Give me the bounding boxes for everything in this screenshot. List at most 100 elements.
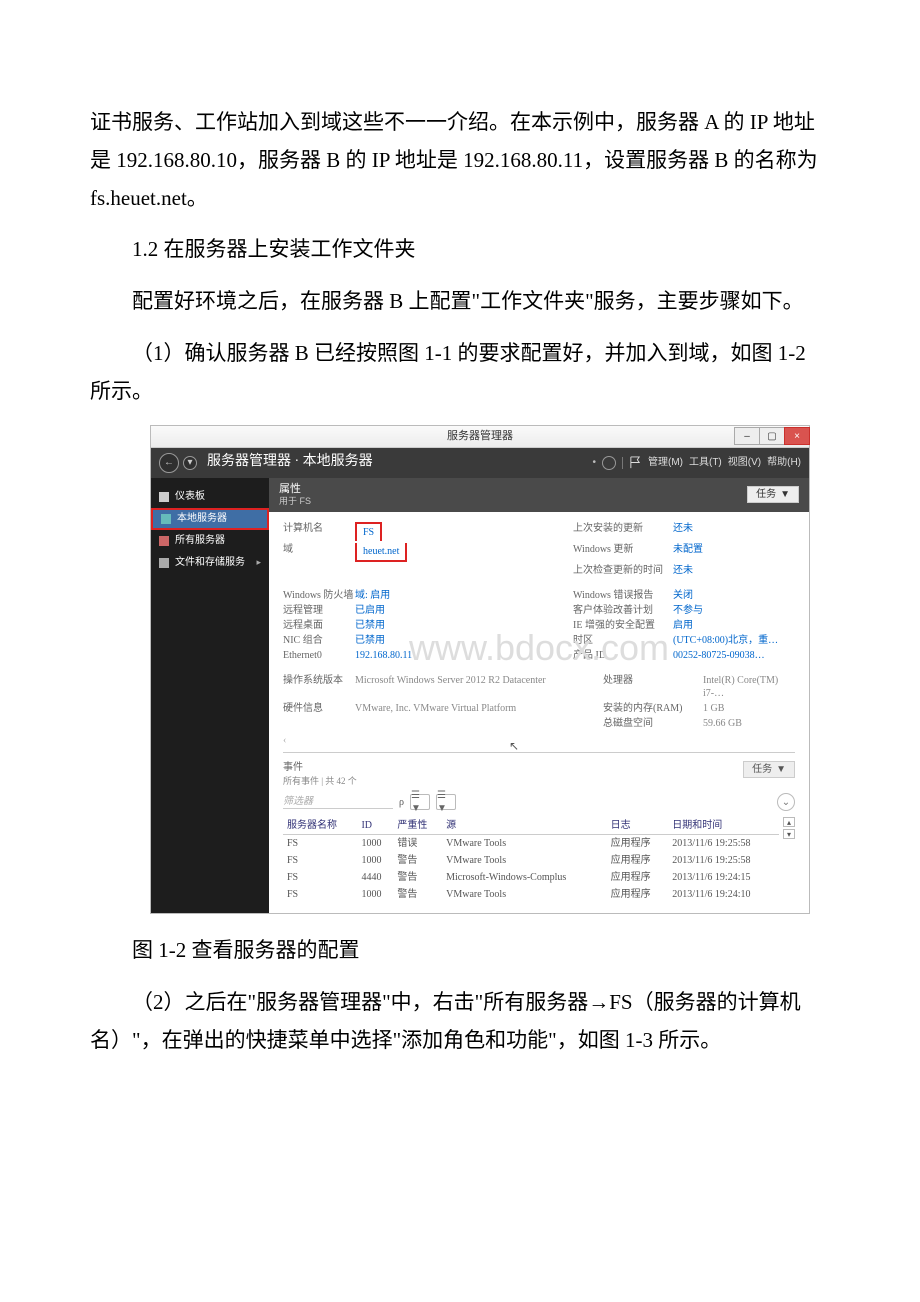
prop-label: Windows 更新 <box>573 543 673 562</box>
cell: FS <box>283 886 357 903</box>
properties-title: 属性 <box>279 482 311 496</box>
menu-help[interactable]: 帮助(H) <box>767 456 801 469</box>
prop-label: Windows 防火墙 <box>283 589 355 602</box>
os-version-value: Microsoft Windows Server 2012 R2 Datacen… <box>355 674 546 700</box>
col-log[interactable]: 日志 <box>607 817 669 835</box>
timezone-value[interactable]: (UTC+08:00)北京，重… <box>673 634 778 647</box>
events-subtitle: 所有事件 | 共 42 个 <box>283 776 743 788</box>
remote-mgmt-value[interactable]: 已启用 <box>355 604 385 617</box>
disk-value: 59.66 GB <box>703 717 742 730</box>
prop-label: 上次安装的更新 <box>573 522 673 541</box>
col-server[interactable]: 服务器名称 <box>283 817 357 835</box>
cell: FS <box>283 852 357 869</box>
computer-name-value[interactable]: FS <box>363 527 374 538</box>
iesc-value[interactable]: 启用 <box>673 619 693 632</box>
breadcrumb: 服务器管理器 · 本地服务器 <box>207 453 373 471</box>
prop-label: IE 增强的安全配置 <box>573 619 673 632</box>
prop-label: 计算机名 <box>283 522 355 541</box>
sidebar-item-dashboard[interactable]: 仪表板 <box>151 486 269 508</box>
cell: 2013/11/6 19:24:10 <box>668 886 779 903</box>
domain-value[interactable]: heuet.net <box>363 546 399 557</box>
nav-bar: ← ▾ 服务器管理器 · 本地服务器 • 管理(M) 工具(T) 视图(V) 帮… <box>151 448 809 478</box>
cell: 警告 <box>393 886 442 903</box>
cell: 警告 <box>393 869 442 886</box>
firewall-value[interactable]: 域: 启用 <box>355 589 390 602</box>
cell: 应用程序 <box>607 835 669 853</box>
search-icon[interactable]: ρ <box>399 796 404 809</box>
last-check-value[interactable]: 还未 <box>673 564 693 577</box>
heading-1-2: 1.2 在服务器上安装工作文件夹 <box>90 231 830 269</box>
last-update-value[interactable]: 还未 <box>673 522 693 541</box>
nic-team-value[interactable]: 已禁用 <box>355 634 385 647</box>
paragraph-step1: （1）确认服务器 B 已经按照图 1-1 的要求配置好，并加入到域，如图 1-2… <box>90 335 830 411</box>
cell: 应用程序 <box>607 852 669 869</box>
chevron-down-icon: ▼ <box>776 763 786 776</box>
window-title: 服务器管理器 <box>447 429 513 443</box>
sidebar-item-all-servers[interactable]: 所有服务器 <box>151 530 269 552</box>
prop-label: 远程管理 <box>283 604 355 617</box>
prop-label: 时区 <box>573 634 673 647</box>
events-expand-btn[interactable]: ⌄ <box>777 793 795 811</box>
cell: VMware Tools <box>442 835 607 853</box>
table-row[interactable]: FS 4440 警告 Microsoft-Windows-Complus 应用程… <box>283 869 779 886</box>
col-severity[interactable]: 严重性 <box>393 817 442 835</box>
arrow-left-icon: ← <box>164 456 174 469</box>
paragraph-step2: （2）之后在"服务器管理器"中，右击"所有服务器→FS（服务器的计算机名）"，在… <box>90 984 830 1060</box>
close-button[interactable]: × <box>784 427 810 445</box>
cell: FS <box>283 869 357 886</box>
cell: Microsoft-Windows-Complus <box>442 869 607 886</box>
cpu-value: Intel(R) Core(TM) i7-… <box>703 674 795 700</box>
ceip-value[interactable]: 不参与 <box>673 604 703 617</box>
events-tasks-dropdown[interactable]: 任务 ▼ <box>743 761 795 778</box>
ram-value: 1 GB <box>703 702 724 715</box>
scroll-down-button[interactable]: ▾ <box>783 829 795 839</box>
product-id-value[interactable]: 00252-80725-09038… <box>673 649 765 662</box>
cell: VMware Tools <box>442 852 607 869</box>
table-row[interactable]: FS 1000 警告 VMware Tools 应用程序 2013/11/6 1… <box>283 886 779 903</box>
paragraph-intro: 证书服务、工作站加入到域这些不一一介绍。在本示例中，服务器 A 的 IP 地址是… <box>90 104 830 217</box>
sidebar-item-label: 所有服务器 <box>175 534 225 547</box>
col-id[interactable]: ID <box>357 817 393 835</box>
cell: 警告 <box>393 852 442 869</box>
error-report-value[interactable]: 关闭 <box>673 589 693 602</box>
menu-manage[interactable]: 管理(M) <box>648 456 683 469</box>
minimize-button[interactable]: ‒ <box>734 427 760 445</box>
flag-icon[interactable] <box>629 456 642 469</box>
table-row[interactable]: FS 1000 错误 VMware Tools 应用程序 2013/11/6 1… <box>283 835 779 853</box>
table-row[interactable]: FS 1000 警告 VMware Tools 应用程序 2013/11/6 1… <box>283 852 779 869</box>
figure-caption: 图 1-2 查看服务器的配置 <box>90 932 830 970</box>
col-datetime[interactable]: 日期和时间 <box>668 817 779 835</box>
events-title: 事件 <box>283 761 743 774</box>
prop-label: 总磁盘空间 <box>603 717 703 730</box>
cell: 应用程序 <box>607 886 669 903</box>
prop-label: 域 <box>283 543 355 562</box>
properties-subtitle: 用于 FS <box>279 496 311 508</box>
windows-update-value[interactable]: 未配置 <box>673 543 703 562</box>
cell: 1000 <box>357 852 393 869</box>
chevron-down-icon: ▼ <box>780 488 790 501</box>
sidebar-item-local-server[interactable]: 本地服务器 <box>151 508 269 530</box>
menu-tools[interactable]: 工具(T) <box>689 456 722 469</box>
tasks-dropdown[interactable]: 任务 ▼ <box>747 486 799 503</box>
events-filter-btn-1[interactable]: ☰ ▼ <box>410 794 430 810</box>
paragraph-env: 配置好环境之后，在服务器 B 上配置"工作文件夹"服务，主要步骤如下。 <box>90 283 830 321</box>
tasks-label: 任务 <box>756 488 776 501</box>
menu-view[interactable]: 视图(V) <box>728 456 761 469</box>
maximize-button[interactable]: ▢ <box>759 427 785 445</box>
ethernet-value[interactable]: 192.168.80.11 <box>355 649 412 662</box>
cell: 2013/11/6 19:24:15 <box>668 869 779 886</box>
events-filter-input[interactable]: 筛选器 <box>283 795 393 809</box>
events-filter-btn-2[interactable]: ☰ ▼ <box>436 794 456 810</box>
back-button[interactable]: ← <box>159 453 179 473</box>
refresh-icon[interactable] <box>602 456 616 470</box>
server-manager-window: 服务器管理器 ‒ ▢ × ← ▾ 服务器管理器 · 本地服务器 • <box>150 425 810 915</box>
forward-button[interactable]: ▾ <box>183 456 197 470</box>
sidebar-item-label: 文件和存储服务 <box>175 556 245 569</box>
remote-desktop-value[interactable]: 已禁用 <box>355 619 385 632</box>
hardware-value: VMware, Inc. VMware Virtual Platform <box>355 702 516 715</box>
sidebar-item-file-storage[interactable]: 文件和存储服务 ▸ <box>151 552 269 574</box>
sidebar: 仪表板 本地服务器 所有服务器 文件和存储服务 ▸ <box>151 478 269 914</box>
scroll-up-button[interactable]: ▴ <box>783 817 795 827</box>
col-source[interactable]: 源 <box>442 817 607 835</box>
chevron-right-icon: ▸ <box>256 557 261 569</box>
